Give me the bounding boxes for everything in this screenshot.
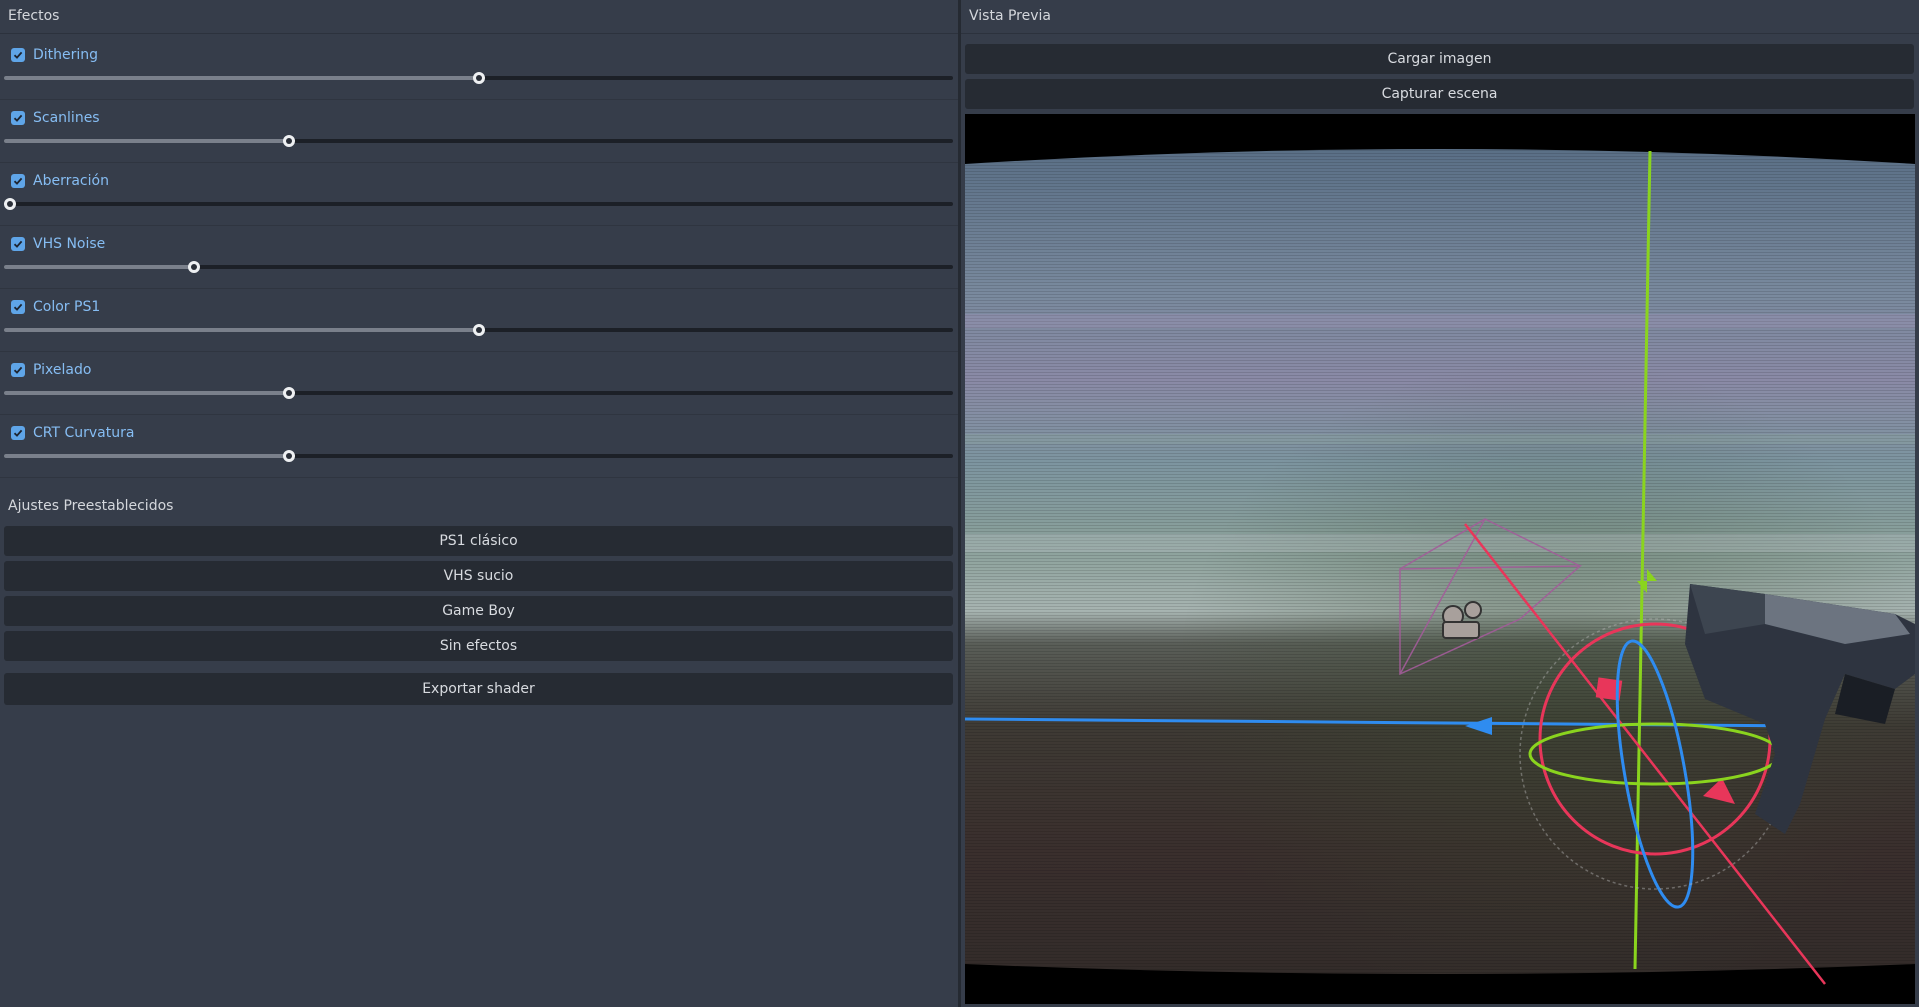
checkbox[interactable] (11, 426, 25, 440)
preview-panel: Vista Previa Cargar imagen Capturar esce… (961, 0, 1919, 1007)
slider-fill (4, 454, 289, 458)
effect-toggle[interactable]: Color PS1 (11, 297, 100, 317)
slider-fill (4, 139, 289, 143)
effects-panel: Efectos Dithering Scanlines Aberración V… (0, 0, 958, 1007)
effect-slider[interactable] (4, 324, 953, 336)
effect-slider[interactable] (4, 198, 953, 210)
effects-panel-title: Efectos (0, 0, 958, 34)
load-image-button[interactable]: Cargar imagen (965, 44, 1914, 74)
preview-render (965, 149, 1915, 985)
effect-crt-curvatura: CRT Curvatura (0, 415, 958, 478)
effect-slider[interactable] (4, 261, 953, 273)
effect-label: CRT Curvatura (33, 425, 135, 441)
effect-vhs-noise: VHS Noise (0, 226, 958, 289)
effect-toggle[interactable]: CRT Curvatura (11, 423, 134, 443)
slider-fill (4, 391, 289, 395)
slider-fill (4, 328, 479, 332)
checkbox[interactable] (11, 363, 25, 377)
slider-grabber[interactable] (187, 261, 200, 273)
preview-panel-title: Vista Previa (961, 0, 1919, 34)
effect-toggle[interactable]: Pixelado (11, 360, 91, 380)
checkbox[interactable] (11, 48, 25, 62)
effect-label: Scanlines (33, 110, 100, 126)
effect-toggle[interactable]: Scanlines (11, 108, 100, 128)
effect-aberracion: Aberración (0, 163, 958, 226)
slider-grabber[interactable] (4, 198, 16, 210)
effect-slider[interactable] (4, 72, 953, 84)
checkbox[interactable] (11, 174, 25, 188)
effect-slider[interactable] (4, 135, 953, 147)
preset-vhs-sucio-button[interactable]: VHS sucio (4, 561, 953, 591)
slider-grabber[interactable] (472, 324, 485, 336)
preset-ps1-clasico-button[interactable]: PS1 clásico (4, 526, 953, 556)
slider-track (4, 202, 953, 206)
effect-toggle[interactable]: Dithering (11, 45, 98, 65)
slider-grabber[interactable] (282, 135, 295, 147)
effect-toggle[interactable]: VHS Noise (11, 234, 105, 254)
effect-toggle[interactable]: Aberración (11, 171, 109, 191)
slider-grabber[interactable] (282, 450, 295, 462)
preview-viewport[interactable] (965, 114, 1915, 1004)
effect-label: Pixelado (33, 362, 92, 378)
effect-label: Dithering (33, 47, 99, 63)
effect-label: VHS Noise (33, 236, 106, 252)
slider-fill (4, 76, 479, 80)
slider-grabber[interactable] (282, 387, 295, 399)
effect-label: Aberración (33, 173, 109, 189)
preset-game-boy-button[interactable]: Game Boy (4, 596, 953, 626)
checkbox[interactable] (11, 300, 25, 314)
effect-slider[interactable] (4, 450, 953, 462)
slider-fill (4, 265, 194, 269)
export-shader-button[interactable]: Exportar shader (4, 673, 953, 705)
effect-pixelado: Pixelado (0, 352, 958, 415)
effect-color-ps1: Color PS1 (0, 289, 958, 352)
checkbox[interactable] (11, 111, 25, 125)
effect-scanlines: Scanlines (0, 100, 958, 163)
checkbox[interactable] (11, 237, 25, 251)
slider-grabber[interactable] (472, 72, 485, 84)
preset-sin-efectos-button[interactable]: Sin efectos (4, 631, 953, 661)
capture-scene-button[interactable]: Capturar escena (965, 79, 1914, 109)
effect-dithering: Dithering (0, 37, 958, 100)
presets-title: Ajustes Preestablecidos (8, 498, 174, 514)
effect-label: Color PS1 (33, 299, 101, 315)
effect-slider[interactable] (4, 387, 953, 399)
